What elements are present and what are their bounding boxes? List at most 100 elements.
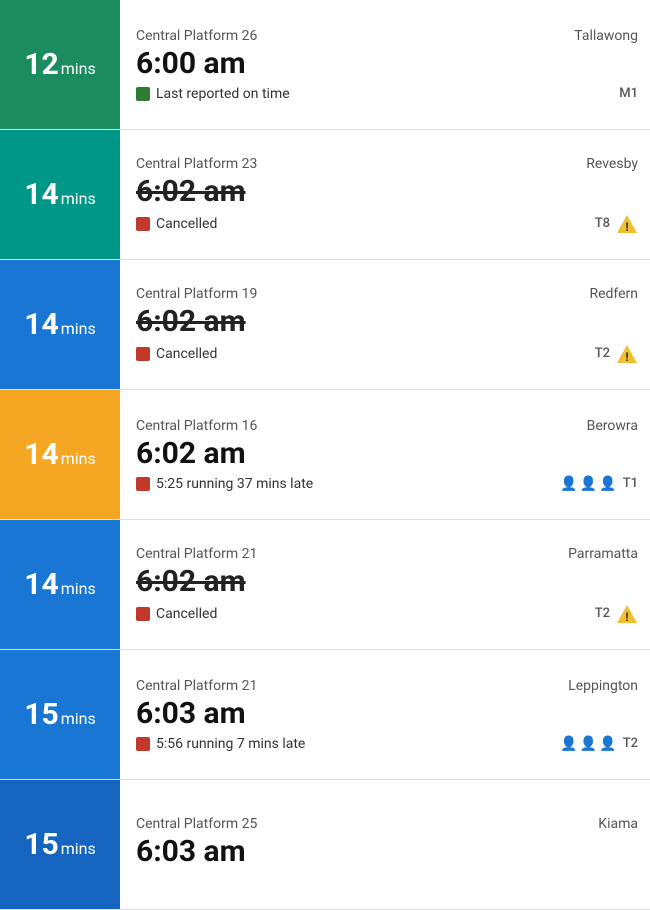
status-dot	[136, 217, 150, 231]
train-details: Central Platform 16 Berowra 6:02 am 5:25 ru…	[120, 390, 650, 519]
mins-label: mins	[61, 709, 96, 728]
status-left: Cancelled	[136, 346, 217, 362]
status-right: 👤 👤 👤 T2	[560, 736, 638, 752]
status-right: T2 !	[595, 344, 638, 364]
mins-label: mins	[61, 59, 96, 78]
train-item[interactable]: 14 mins Central Platform 19 Redfern 6:02 a…	[0, 260, 650, 390]
status-text: 5:56 running 7 mins late	[156, 736, 305, 752]
status-row: 5:25 running 37 mins late 👤 👤 👤 T1	[136, 476, 638, 492]
status-text: Cancelled	[156, 606, 217, 622]
platform-name: Central Platform 16	[136, 418, 257, 434]
status-left: 5:25 running 37 mins late	[136, 476, 313, 492]
departure-time: 6:03 am	[136, 834, 638, 870]
mins-label: mins	[61, 449, 96, 468]
train-item[interactable]: 12 mins Central Platform 26Tallawong6:00…	[0, 0, 650, 130]
minutes-number: 12	[24, 50, 58, 80]
status-row: Cancelled T2 !	[136, 344, 638, 364]
destination: Berowra	[587, 418, 638, 434]
status-dot	[136, 477, 150, 491]
line-badge: T2	[595, 606, 610, 621]
platform-name: Central Platform 23	[136, 156, 257, 172]
minutes-number: 14	[24, 570, 58, 600]
platform-name: Central Platform 19	[136, 286, 257, 302]
status-text: Cancelled	[156, 216, 217, 232]
platform-row: Central Platform 23 Revesby	[136, 156, 638, 172]
train-details: Central Platform 26Tallawong6:00 amLast …	[120, 0, 650, 129]
destination: Redfern	[589, 286, 638, 302]
train-item[interactable]: 15 mins Central Platform 21 Leppington 6:0…	[0, 650, 650, 780]
status-row: Last reported on time M1	[136, 86, 638, 102]
warning-icon: !	[616, 604, 638, 624]
status-dot	[136, 347, 150, 361]
status-row: Cancelled T8 !	[136, 214, 638, 234]
status-left: Last reported on time	[136, 86, 290, 102]
train-details: Central Platform 21 Leppington 6:03 am 5:56…	[120, 650, 650, 779]
platform-row: Central Platform 21Parramatta	[136, 546, 638, 562]
status-text: Cancelled	[156, 346, 217, 362]
status-row: 5:56 running 7 mins late 👤 👤 👤 T2	[136, 736, 638, 752]
svg-text:!: !	[625, 610, 628, 624]
minutes-number: 15	[24, 700, 58, 730]
train-item[interactable]: 15 mins Central Platform 25 Kiama 6:03 am	[0, 780, 650, 910]
mins-label: mins	[61, 579, 96, 598]
time-badge: 15 mins	[0, 780, 120, 909]
time-badge: 15 mins	[0, 650, 120, 779]
train-item[interactable]: 14 mins Central Platform 23 Revesby 6:02 a…	[0, 130, 650, 260]
train-list: 12 mins Central Platform 26Tallawong6:00…	[0, 0, 650, 910]
time-badge: 14 mins	[0, 260, 120, 389]
warning-triangle-svg: !	[616, 214, 638, 234]
time-badge: 14 mins	[0, 520, 120, 649]
person-icon-1: 👤	[560, 736, 577, 752]
status-dot	[136, 87, 150, 101]
departure-time: 6:02 am	[136, 304, 638, 340]
platform-name: Central Platform 25	[136, 816, 257, 832]
person-icon-2: 👤	[580, 736, 597, 752]
warning-icon: !	[616, 214, 638, 234]
svg-text:!: !	[625, 220, 628, 234]
status-left: 5:56 running 7 mins late	[136, 736, 305, 752]
destination: Revesby	[586, 156, 638, 172]
status-right: T2 !	[595, 604, 638, 624]
train-details: Central Platform 21Parramatta6:02 amCanc…	[120, 520, 650, 649]
person-icon-3: 👤	[599, 736, 616, 752]
departure-time: 6:02 am	[136, 436, 638, 472]
line-badge: T2	[595, 346, 610, 361]
status-right: M1	[619, 86, 638, 101]
mins-label: mins	[61, 189, 96, 208]
status-left: Cancelled	[136, 216, 217, 232]
minutes-number: 15	[24, 830, 58, 860]
line-badge: T1	[623, 476, 638, 491]
train-item[interactable]: 14 mins Central Platform 21Parramatta6:0…	[0, 520, 650, 650]
departure-time: 6:00 am	[136, 46, 638, 82]
minutes-number: 14	[24, 310, 58, 340]
platform-name: Central Platform 21	[136, 546, 257, 562]
destination: Leppington	[568, 678, 638, 694]
status-dot	[136, 737, 150, 751]
departure-time: 6:03 am	[136, 696, 638, 732]
platform-row: Central Platform 21 Leppington	[136, 678, 638, 694]
time-badge: 14 mins	[0, 130, 120, 259]
mins-label: mins	[61, 839, 96, 858]
departure-time: 6:02 am	[136, 174, 638, 210]
train-item[interactable]: 14 mins Central Platform 16Berowra6:02 a…	[0, 390, 650, 520]
person-icon-3: 👤	[599, 476, 616, 492]
status-row: Cancelled T2 !	[136, 604, 638, 624]
status-text: 5:25 running 37 mins late	[156, 476, 313, 492]
status-dot	[136, 607, 150, 621]
minutes-number: 14	[24, 180, 58, 210]
person-icon-1: 👤	[560, 476, 577, 492]
platform-name: Central Platform 21	[136, 678, 257, 694]
line-badge: M1	[619, 86, 638, 101]
time-badge: 12 mins	[0, 0, 120, 129]
crowding-icon: 👤 👤 👤	[560, 736, 616, 752]
status-right: T8 !	[595, 214, 638, 234]
train-details: Central Platform 23 Revesby 6:02 am Cancell…	[120, 130, 650, 259]
platform-row: Central Platform 16 Berowra	[136, 418, 638, 434]
status-right: 👤 👤 👤 T1	[560, 476, 638, 492]
train-details: Central Platform 19 Redfern 6:02 am Cancell…	[120, 260, 650, 389]
train-details: Central Platform 25 Kiama 6:03 am	[120, 780, 650, 909]
destination: Tallawong	[574, 28, 638, 44]
warning-triangle-svg: !	[616, 604, 638, 624]
destination: Kiama	[598, 816, 638, 832]
crowding-icon: 👤 👤 👤	[560, 476, 616, 492]
